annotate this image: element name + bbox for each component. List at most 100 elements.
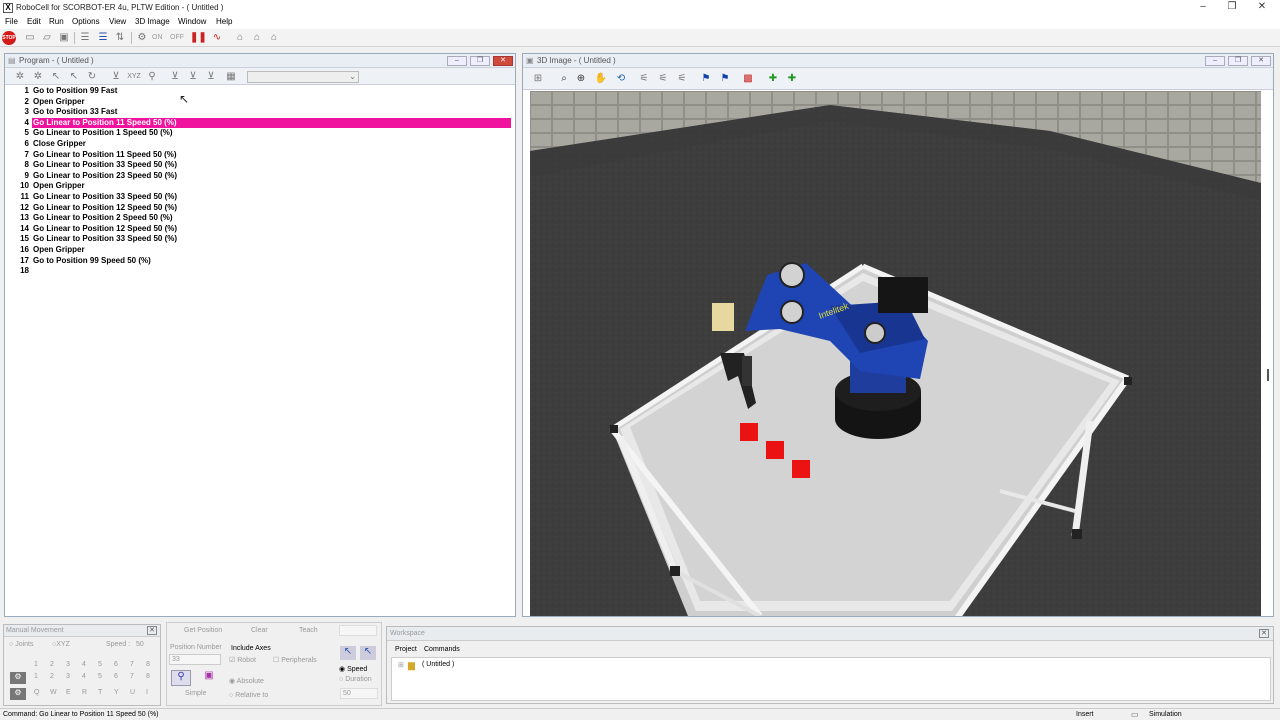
pan-hand-icon[interactable]: ✋ [594, 72, 608, 86]
menu-run[interactable]: Run [49, 17, 64, 26]
program-line-selected[interactable]: 4 Go Linear to Position 11 Speed 50 (%) [13, 117, 511, 129]
sort-icon[interactable]: ⇅ [113, 31, 127, 45]
program-line[interactable]: 11 Go Linear to Position 33 Speed 50 (%) [13, 192, 511, 203]
teach-button[interactable]: Teach [299, 627, 318, 634]
jog-key[interactable]: 7 [130, 661, 134, 668]
view-reset-icon[interactable]: ⊞ [531, 72, 545, 86]
minimize-button[interactable]: – [1193, 1, 1213, 14]
move-icon[interactable]: ↖ [49, 70, 63, 84]
program-close-button[interactable]: ✕ [493, 56, 513, 66]
tab-commands[interactable]: Commands [424, 646, 460, 653]
graph-icon[interactable]: ∿ [210, 31, 224, 45]
wait-input-icon[interactable]: ⊻ [186, 70, 200, 84]
jog-key[interactable]: 6 [114, 661, 118, 668]
program-line[interactable]: 3 Go to Position 33 Fast [13, 107, 511, 118]
program-line[interactable]: 17 Go to Position 99 Speed 50 (%) [13, 256, 511, 267]
get-position-button[interactable]: Get Position [184, 627, 222, 634]
program-list[interactable]: 1 Go to Position 99 Fast 2 Open Gripper 3G… [13, 86, 515, 616]
jog-key[interactable]: E [66, 689, 71, 696]
absolute-radio[interactable]: ◉ Absolute [229, 677, 264, 685]
robot-icon[interactable]: ✲ [13, 70, 27, 84]
clear-button[interactable]: Clear [251, 627, 268, 634]
manual-close-button[interactable]: ✕ [147, 626, 157, 635]
jog-key[interactable]: W [50, 689, 57, 696]
expand-icon[interactable]: ⊞ [398, 661, 404, 669]
teach-dropdown[interactable] [339, 625, 377, 636]
program-line[interactable]: 13 Go Linear to Position 2 Speed 50 (%) [13, 213, 511, 224]
menu-view[interactable]: View [109, 17, 126, 26]
jog-key[interactable]: 2 [50, 673, 54, 680]
jog-key[interactable]: U [130, 689, 135, 696]
zoom-icon[interactable]: ⌕ [557, 72, 571, 86]
program-line[interactable]: 10 Open Gripper [13, 181, 511, 192]
joints-radio[interactable]: ○ Joints [9, 641, 33, 648]
program-line[interactable]: 14 Go Linear to Position 12 Speed 50 (%) [13, 224, 511, 235]
3d-restore-button[interactable]: ❐ [1228, 56, 1248, 66]
jog-minus-icon[interactable]: ⚙ [10, 672, 26, 684]
menu-file[interactable]: File [5, 17, 18, 26]
jog-key[interactable]: 6 [114, 673, 118, 680]
add-object-icon[interactable]: ✚ [766, 72, 780, 86]
jog-key[interactable]: 1 [34, 661, 38, 668]
3d-close-button[interactable]: ✕ [1251, 56, 1271, 66]
menu-window[interactable]: Window [178, 17, 206, 26]
gripper-icon[interactable]: ✲ [31, 70, 45, 84]
program-line[interactable]: 8 Go Linear to Position 33 Speed 50 (%) [13, 160, 511, 171]
xyz-radio[interactable]: ○XYZ [52, 641, 70, 648]
command-dropdown[interactable]: ⌄ [247, 71, 359, 83]
robot-checkbox[interactable]: ☑ Robot [229, 656, 256, 664]
peripherals-checkbox[interactable]: ☐ Peripherals [273, 656, 317, 664]
stop-button[interactable]: STOP [2, 31, 16, 45]
show-trace-icon[interactable]: ⚑ [718, 72, 732, 86]
program-line[interactable]: 9 Go Linear to Position 23 Speed 50 (%) [13, 171, 511, 182]
program-line[interactable]: 12 Go Linear to Position 12 Speed 50 (%) [13, 203, 511, 214]
jog-key[interactable]: R [82, 689, 87, 696]
position-number-field[interactable]: 33 [169, 654, 221, 665]
simple-mode-icon[interactable]: ⚲ [171, 670, 191, 686]
speed-value[interactable]: 50 [136, 641, 144, 648]
jog-key[interactable]: Q [34, 689, 39, 696]
list-icon[interactable]: ☰ [78, 31, 92, 45]
subroutine-icon[interactable]: ▦ [224, 70, 238, 84]
jog-key[interactable]: 3 [66, 661, 70, 668]
program-list-icon[interactable]: ☰ [96, 31, 110, 45]
tab-project[interactable]: Project [395, 646, 417, 653]
3d-viewport[interactable]: Intelitek [530, 91, 1261, 616]
menu-3d-image[interactable]: 3D Image [135, 17, 170, 26]
maximize-button[interactable]: ❐ [1222, 1, 1242, 14]
program-line[interactable]: 16 Open Gripper [13, 245, 511, 256]
pause-icon[interactable]: ❚❚ [190, 31, 207, 45]
program-line[interactable]: 2 Open Gripper [13, 97, 511, 108]
camera-2-icon[interactable]: ⚟ [656, 72, 670, 86]
add-fixture-icon[interactable]: ✚ [785, 72, 799, 86]
program-line[interactable]: 5 Go Linear to Position 1 Speed 50 (%) [13, 128, 511, 139]
jog-key[interactable]: 7 [130, 673, 134, 680]
program-line[interactable]: 1 Go to Position 99 Fast [13, 86, 511, 97]
3d-minimize-button[interactable]: – [1205, 56, 1225, 66]
jog-key[interactable]: Y [114, 689, 119, 696]
open-file-icon[interactable]: ▱ [40, 31, 54, 45]
new-file-icon[interactable]: ▭ [23, 31, 37, 45]
jog-key[interactable]: T [98, 689, 102, 696]
peripherals-home-icon[interactable]: ⌂ [267, 31, 281, 45]
program-line[interactable]: 18 [13, 266, 511, 277]
relative-radio[interactable]: ○ Relative to [229, 692, 268, 699]
camera-3-icon[interactable]: ⚟ [675, 72, 689, 86]
tree-root-label[interactable]: ( Untitled ) [422, 661, 454, 668]
off-button[interactable]: OFF [170, 34, 184, 41]
on-button[interactable]: ON [152, 34, 163, 41]
move-linear-icon[interactable]: ↖ [340, 646, 356, 660]
person-icon[interactable]: ⚲ [145, 70, 159, 84]
move-linear-icon[interactable]: ↖ [67, 70, 81, 84]
xyz-icon[interactable]: XYZ [127, 70, 141, 84]
jog-plus-icon[interactable]: ⚙ [10, 688, 26, 700]
jog-key[interactable]: 2 [50, 661, 54, 668]
program-line[interactable]: 6 Close Gripper [13, 139, 511, 150]
move-joint-icon[interactable]: ↖ [360, 646, 376, 660]
show-objects-icon[interactable]: ▩ [741, 72, 755, 86]
jog-key[interactable]: 3 [66, 673, 70, 680]
program-minimize-button[interactable]: – [447, 56, 467, 66]
jog-key[interactable]: 5 [98, 661, 102, 668]
advanced-mode-icon[interactable]: ▣ [199, 670, 219, 686]
robot-home-icon[interactable]: ⌂ [233, 31, 247, 45]
